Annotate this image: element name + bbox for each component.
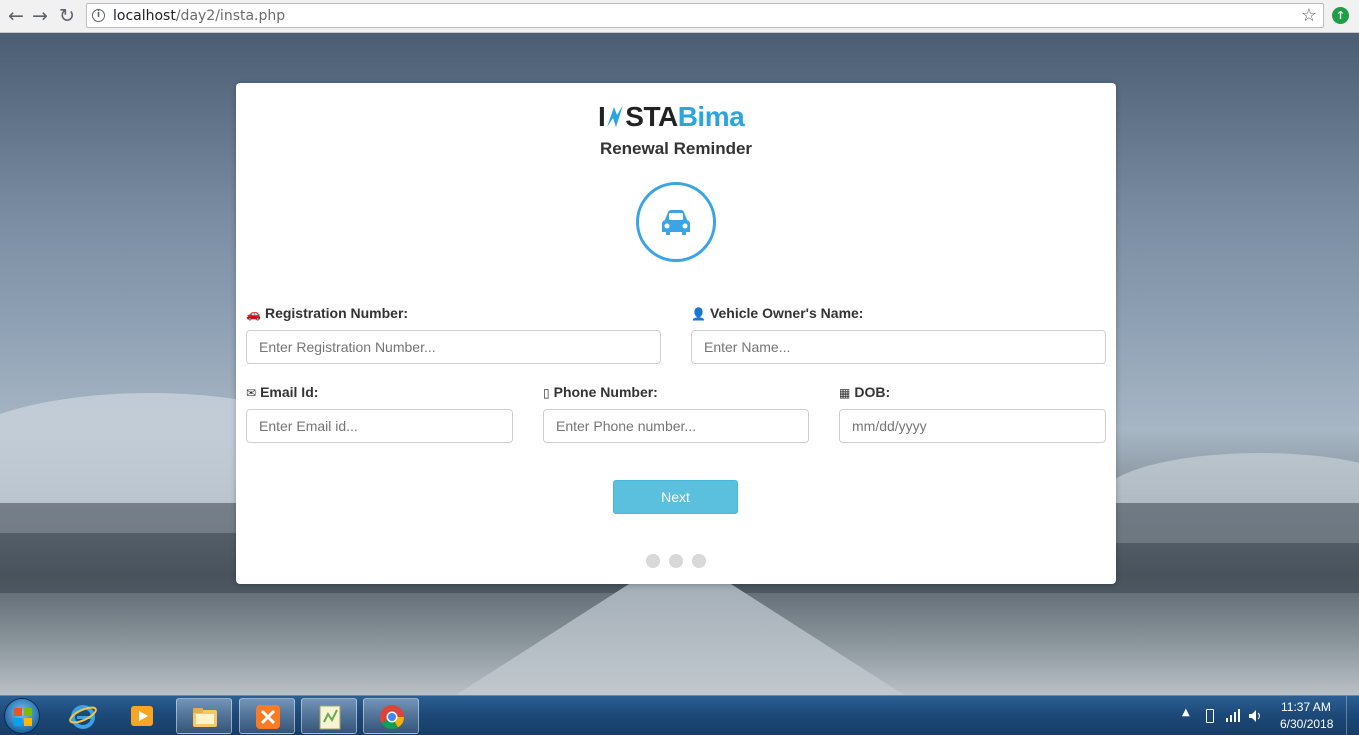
info-icon[interactable]: i xyxy=(92,9,105,22)
car-small-icon: 🚗 xyxy=(246,307,261,321)
page-title: Renewal Reminder xyxy=(599,139,753,158)
update-icon[interactable]: ↑ xyxy=(1332,7,1349,24)
car-icon xyxy=(662,210,690,235)
phone-label: ▯ Phone Number: xyxy=(543,384,658,400)
taskbar-ie[interactable] xyxy=(55,698,111,734)
taskbar-explorer[interactable] xyxy=(176,698,232,734)
reload-icon[interactable]: ↻ xyxy=(55,4,79,28)
tray-expand-icon[interactable]: ▲ xyxy=(1182,707,1190,718)
step-dot xyxy=(692,554,706,568)
owner-name-label: 👤 Vehicle Owner's Name: xyxy=(691,305,864,321)
windows-logo-icon xyxy=(14,708,32,726)
instabima-logo: I STABima xyxy=(598,101,745,132)
xampp-icon xyxy=(256,705,280,729)
dob-label: ▦ DOB: xyxy=(839,384,891,400)
phone-input[interactable] xyxy=(543,409,809,443)
chrome-icon xyxy=(380,705,404,730)
start-button[interactable] xyxy=(4,698,40,734)
internet-explorer-icon xyxy=(69,705,97,729)
notepad-plus-plus-icon xyxy=(319,705,341,730)
registration-input[interactable] xyxy=(246,330,661,364)
url-path: /day2/insta.php xyxy=(175,8,286,24)
step-dot xyxy=(646,554,660,568)
dob-input[interactable] xyxy=(839,409,1106,443)
email-field: ✉ Email Id: xyxy=(246,383,513,443)
forward-icon[interactable]: → xyxy=(28,4,52,28)
taskbar-media-player[interactable] xyxy=(114,698,170,734)
taskbar-xampp[interactable] xyxy=(239,698,295,734)
back-icon[interactable]: ← xyxy=(4,4,28,28)
taskbar-chrome[interactable] xyxy=(363,698,419,734)
step-dot xyxy=(669,554,683,568)
volume-icon[interactable] xyxy=(1248,709,1262,723)
logo-bolt-icon xyxy=(605,103,625,129)
mobile-icon: ▯ xyxy=(543,386,550,400)
browser-toolbar: ← → ↻ i localhost/day2/insta.php ☆ ↑ xyxy=(0,0,1359,33)
battery-icon[interactable] xyxy=(1206,709,1214,723)
url-text[interactable]: localhost/day2/insta.php xyxy=(113,8,285,24)
logo-insta-text: I xyxy=(598,101,606,132)
car-icon-circle xyxy=(636,182,716,262)
system-tray: ▲ 11:37 AM 6/30/2018 xyxy=(1176,696,1359,735)
taskbar: ▲ 11:37 AM 6/30/2018 xyxy=(0,695,1359,735)
address-bar[interactable]: i localhost/day2/insta.php ☆ xyxy=(86,3,1324,28)
email-label: ✉ Email Id: xyxy=(246,384,319,400)
email-input[interactable] xyxy=(246,409,513,443)
phone-field: ▯ Phone Number: xyxy=(543,383,809,443)
bookmark-star-icon[interactable]: ☆ xyxy=(1301,5,1317,26)
media-player-icon xyxy=(131,706,153,726)
registration-field: 🚗 Registration Number: xyxy=(246,304,661,364)
taskbar-notepadpp[interactable] xyxy=(301,698,357,734)
owner-name-field: 👤 Vehicle Owner's Name: xyxy=(691,304,1106,364)
signal-icon[interactable] xyxy=(1226,708,1242,722)
registration-label: 🚗 Registration Number: xyxy=(246,305,409,321)
next-button[interactable]: Next xyxy=(613,480,738,514)
logo-bima-text: Bima xyxy=(677,101,745,132)
folder-icon xyxy=(193,708,217,727)
clock-time[interactable]: 11:37 AM xyxy=(1281,700,1331,714)
envelope-icon: ✉ xyxy=(246,386,257,400)
url-host: localhost xyxy=(113,8,176,24)
owner-name-input[interactable] xyxy=(691,330,1106,364)
user-icon: 👤 xyxy=(691,307,706,321)
renewal-card: I STABima Renewal Reminder 🚗 Registration … xyxy=(236,83,1116,584)
dob-field: ▦ DOB: xyxy=(839,383,1106,443)
clock-date[interactable]: 6/30/2018 xyxy=(1280,717,1333,731)
step-indicator xyxy=(646,554,708,568)
calendar-icon: ▦ xyxy=(839,386,851,400)
show-desktop-button[interactable] xyxy=(1346,696,1359,735)
